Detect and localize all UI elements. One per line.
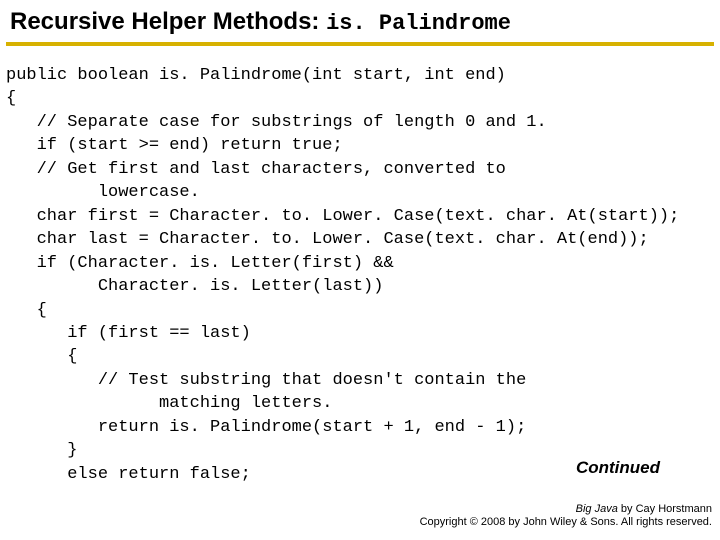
footer: Big Java by Cay Horstmann Copyright © 20…	[420, 503, 712, 531]
code-line: matching letters.	[6, 394, 332, 413]
slide-title-bar: Recursive Helper Methods: is. Palindrome	[0, 0, 720, 40]
code-line: char last = Character. to. Lower. Case(t…	[6, 230, 649, 249]
footer-copyright: Copyright © 2008 by John Wiley & Sons. A…	[420, 516, 712, 530]
code-line: char first = Character. to. Lower. Case(…	[6, 207, 679, 226]
slide-title-prefix: Recursive Helper Methods:	[10, 8, 326, 35]
footer-book-title: Big Java	[576, 503, 618, 515]
code-line: lowercase.	[6, 183, 200, 202]
continued-label: Continued	[576, 458, 660, 478]
code-line: // Get first and last characters, conver…	[6, 160, 506, 179]
code-line: if (Character. is. Letter(first) &&	[6, 254, 394, 273]
code-line: // Test substring that doesn't contain t…	[6, 371, 526, 390]
code-line: if (start >= end) return true;	[6, 136, 343, 155]
code-line: Character. is. Letter(last))	[6, 277, 383, 296]
code-line: return is. Palindrome(start + 1, end - 1…	[6, 418, 526, 437]
code-line: {	[6, 301, 47, 320]
slide-title-code: is. Palindrome	[326, 11, 511, 36]
code-line: {	[6, 347, 77, 366]
footer-author: by Cay Horstmann	[618, 503, 712, 515]
code-line: else return false;	[6, 465, 251, 484]
slide: Recursive Helper Methods: is. Palindrome…	[0, 0, 720, 540]
code-block: public boolean is. Palindrome(int start,…	[0, 46, 720, 486]
code-line: public boolean is. Palindrome(int start,…	[6, 66, 506, 85]
footer-line-1: Big Java by Cay Horstmann	[420, 503, 712, 517]
code-line: // Separate case for substrings of lengt…	[6, 113, 547, 132]
code-line: if (first == last)	[6, 324, 251, 343]
code-line: }	[6, 441, 77, 460]
code-line: {	[6, 89, 16, 108]
